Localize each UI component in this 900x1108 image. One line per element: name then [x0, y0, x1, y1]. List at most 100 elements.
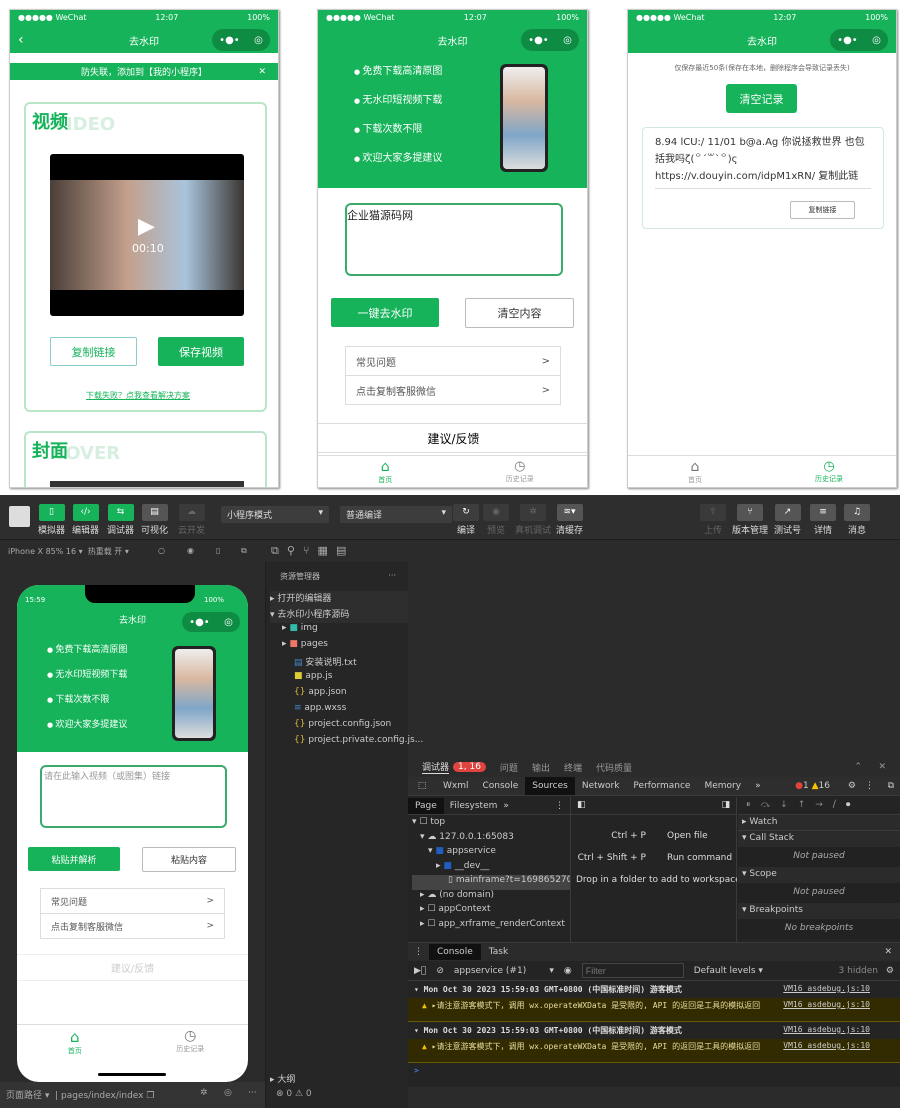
menu-item-copy-wechat[interactable]: 点击复制客服微信 >: [346, 376, 560, 405]
extensions-icon[interactable]: ▦: [318, 544, 336, 557]
close-icon[interactable]: ✕: [878, 762, 886, 772]
log-group[interactable]: ▾ Mon Oct 30 2023 15:59:03 GMT+0800 (中国标…: [408, 981, 900, 998]
video-player[interactable]: ▶ 00:10: [50, 154, 244, 316]
file-item[interactable]: {} project.config.json: [270, 719, 408, 735]
storage-icon[interactable]: ▤: [336, 544, 354, 557]
tab-debugger[interactable]: 调试器: [422, 760, 450, 774]
capsule-menu[interactable]: •●• ◎: [521, 29, 579, 51]
compile-select[interactable]: 普通编译 ▾: [340, 506, 452, 523]
step-over-icon[interactable]: ⤼: [761, 800, 771, 811]
file-item[interactable]: ▸ ■ img: [270, 623, 408, 639]
mode-select[interactable]: 小程序模式 ▾: [221, 506, 329, 523]
settings-icon[interactable]: ⚙: [886, 966, 894, 976]
upload-button[interactable]: ⇧ 上传: [700, 504, 726, 536]
tab-performance[interactable]: Performance: [626, 781, 697, 791]
eye-icon[interactable]: ◉: [564, 966, 572, 976]
file-item[interactable]: ▤ 安装说明.txt: [270, 655, 408, 671]
clear-cache-button[interactable]: ≋▾ 清缓存: [556, 504, 583, 536]
menu-item-faq[interactable]: 常见问题 >: [346, 347, 560, 376]
close-circle-icon[interactable]: ◎: [224, 617, 233, 628]
back-icon[interactable]: ‹: [18, 32, 24, 48]
cloud-dev-button[interactable]: ☁ 云开发: [178, 504, 205, 536]
deactivate-breakpoints-icon[interactable]: ⧸: [833, 800, 836, 811]
inspect-icon[interactable]: ⬚: [408, 781, 436, 791]
hot-reload-select[interactable]: 热重载 开 ▾: [88, 547, 129, 556]
file-item[interactable]: ▸ ■ pages: [270, 639, 408, 655]
settings-icon[interactable]: ⚙: [848, 781, 856, 791]
outline-section[interactable]: ▸ 大纲: [270, 1072, 295, 1088]
preview-button[interactable]: ◉ 预览: [483, 504, 509, 536]
tab-home[interactable]: ⌂ 首页: [318, 456, 453, 487]
version-button[interactable]: ⑂ 版本管理: [732, 504, 768, 536]
details-button[interactable]: ≡ 详情: [810, 504, 836, 536]
breakpoints-section[interactable]: ▾ Breakpoints: [738, 903, 900, 919]
more-tabs-icon[interactable]: »: [503, 801, 509, 811]
more-icon[interactable]: ···: [248, 1088, 257, 1098]
tree-item[interactable]: ▸ ☐ appContext: [412, 904, 570, 919]
step-into-icon[interactable]: ↓: [780, 800, 788, 811]
feedback-button[interactable]: 建议/反馈: [318, 423, 587, 453]
tree-item[interactable]: ▸ ■ __dev__: [412, 861, 570, 876]
problems-count[interactable]: ⊗ 0 ⚠ 0: [276, 1089, 312, 1099]
tab-history[interactable]: ◷ 历史记录: [453, 456, 588, 487]
menu-item-faq[interactable]: 常见问题 >: [41, 889, 224, 914]
avatar[interactable]: [9, 506, 30, 527]
capsule-menu[interactable]: •●• ◎: [182, 612, 240, 632]
console-prompt[interactable]: >: [408, 1063, 900, 1078]
feedback-button[interactable]: 建议/反馈: [17, 954, 248, 981]
remote-debug-button[interactable]: ✲ 真机调试: [515, 504, 551, 536]
open-editors-section[interactable]: ▸ 打开的编辑器: [270, 591, 408, 607]
tab-history[interactable]: ◷ 历史记录: [762, 456, 896, 487]
file-item[interactable]: ≡ app.wxss: [270, 703, 408, 719]
capsule-menu[interactable]: •●• ◎: [212, 29, 270, 51]
file-item[interactable]: {} app.json: [270, 687, 408, 703]
source-link[interactable]: VM16 asdebug.js:10: [783, 984, 870, 993]
close-circle-icon[interactable]: ◎: [254, 35, 263, 46]
tree-item[interactable]: ▸ ☁ (no domain): [412, 890, 570, 905]
record-icon[interactable]: ◉: [187, 546, 194, 555]
kebab-icon[interactable]: ⋮: [408, 947, 429, 957]
tree-item[interactable]: ▸ ☐ app_xrframe_renderContext: [412, 919, 570, 934]
link-input[interactable]: 企业猫源码网: [345, 203, 563, 276]
collapse-icon[interactable]: ⌃: [854, 762, 862, 772]
bug-icon[interactable]: ✲: [200, 1088, 208, 1098]
source-link[interactable]: VM16 asdebug.js:10: [783, 1041, 870, 1050]
filter-input[interactable]: [581, 963, 684, 978]
tab-filesystem[interactable]: Filesystem: [444, 801, 504, 811]
copy-link-button[interactable]: 复制链接: [50, 337, 137, 366]
link-input[interactable]: 请在此输入视频（或图集）链接: [40, 765, 227, 828]
tab-console[interactable]: Console: [429, 944, 481, 960]
visual-toggle[interactable]: ▤ 可视化: [141, 504, 168, 536]
tab-page[interactable]: Page: [408, 797, 444, 814]
scope-section[interactable]: ▾ Scope: [738, 867, 900, 883]
toggle-debugger-icon[interactable]: ◨: [721, 800, 730, 810]
close-icon[interactable]: ✕: [884, 947, 892, 957]
search-icon[interactable]: ⚲: [287, 544, 303, 557]
compile-button[interactable]: ↻ 编译: [453, 504, 479, 536]
device-select[interactable]: iPhone X 85% 16 ▾: [8, 547, 83, 556]
file-item[interactable]: {} project.private.config.js...: [270, 735, 423, 751]
git-icon[interactable]: ⑂: [303, 544, 318, 557]
pause-icon[interactable]: ⏸: [746, 800, 751, 811]
close-circle-icon[interactable]: ◎: [872, 35, 881, 46]
source-link[interactable]: VM16 asdebug.js:10: [783, 1000, 870, 1009]
tree-item[interactable]: ▾ ☐ top: [412, 817, 570, 832]
simulator-toggle[interactable]: ▯ 模拟器: [38, 504, 65, 536]
remove-watermark-button[interactable]: 一键去水印: [331, 298, 439, 327]
warning-count[interactable]: 16: [819, 781, 830, 791]
tab-wxml[interactable]: Wxml: [436, 781, 476, 791]
log-levels-select[interactable]: Default levels ▾: [694, 966, 763, 976]
step-icon[interactable]: →: [815, 800, 823, 811]
tab-output[interactable]: 输出: [532, 761, 550, 774]
call-stack-section[interactable]: ▾ Call Stack: [738, 831, 900, 847]
messages-button[interactable]: ♫ 消息: [844, 504, 870, 536]
close-icon[interactable]: ✕: [258, 67, 266, 77]
editor-toggle[interactable]: ‹/› 编辑器: [72, 504, 99, 536]
tab-sources[interactable]: Sources: [525, 777, 575, 795]
close-circle-icon[interactable]: ◎: [563, 35, 572, 46]
more-icon[interactable]: •●•: [528, 35, 549, 46]
file-item[interactable]: ■ app.js: [270, 671, 408, 687]
debugger-toggle[interactable]: ⇆ 调试器: [107, 504, 134, 536]
warning-message[interactable]: ▲ ▸请注意游客模式下，调用 wx.operateWXData 是受限的, AP…: [408, 998, 900, 1022]
copy-link-button[interactable]: 复制链接: [790, 201, 855, 219]
